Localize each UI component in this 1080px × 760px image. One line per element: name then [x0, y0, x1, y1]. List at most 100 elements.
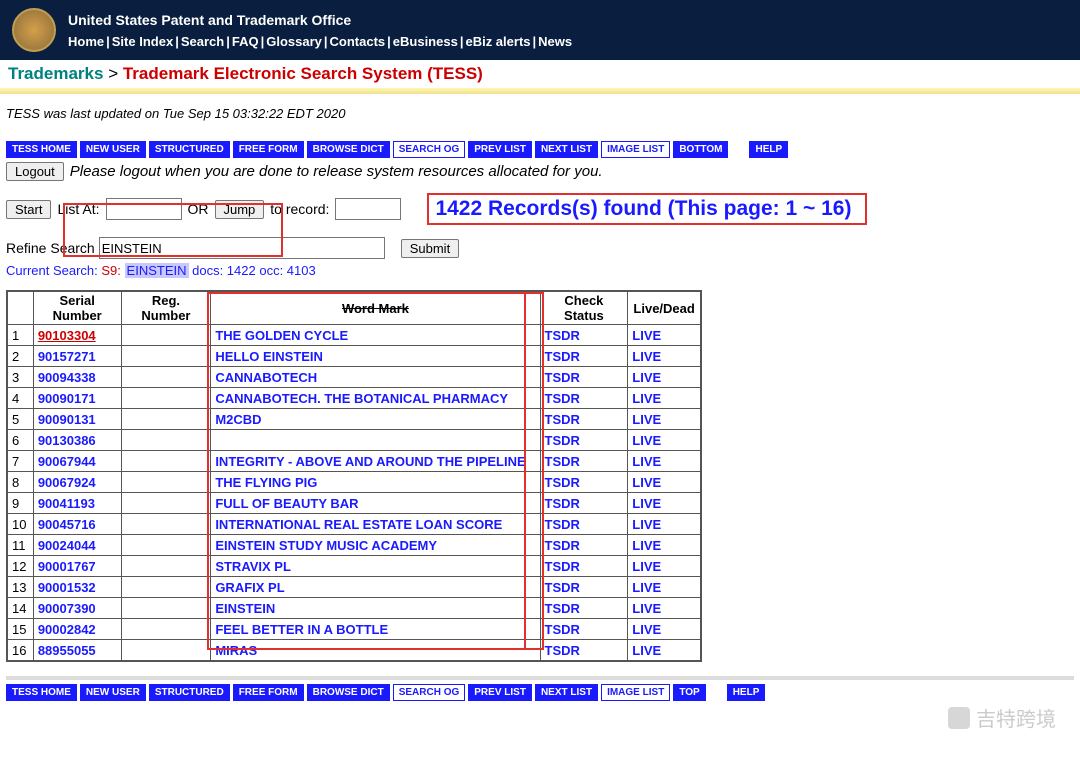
table-row: 190103304THE GOLDEN CYCLETSDRLIVE: [7, 325, 701, 346]
check-status-link[interactable]: TSDR: [540, 325, 628, 346]
nav-button[interactable]: New User: [80, 141, 146, 158]
nav-button[interactable]: Tess Home: [6, 141, 77, 158]
wordmark-link[interactable]: INTERNATIONAL REAL ESTATE LOAN SCORE: [211, 514, 540, 535]
check-status-link[interactable]: TSDR: [540, 577, 628, 598]
header-nav-link[interactable]: Glossary: [266, 34, 322, 49]
serial-link[interactable]: 90024044: [33, 535, 121, 556]
table-row: 1688955055MIRASTSDRLIVE: [7, 640, 701, 662]
nav-button[interactable]: Free Form: [233, 141, 304, 158]
nav-button[interactable]: IMAGE LIST: [601, 141, 670, 158]
serial-link[interactable]: 90007390: [33, 598, 121, 619]
wordmark-link[interactable]: THE FLYING PIG: [211, 472, 540, 493]
start-button[interactable]: Start: [6, 200, 51, 219]
nav-button[interactable]: Next List: [535, 141, 598, 158]
nav-button[interactable]: HELP: [749, 141, 788, 158]
serial-link[interactable]: 90001532: [33, 577, 121, 598]
header-nav-link[interactable]: FAQ: [232, 34, 259, 49]
serial-link[interactable]: 90001767: [33, 556, 121, 577]
wordmark-link[interactable]: MIRAS: [211, 640, 540, 662]
nav-button[interactable]: Free Form: [233, 684, 304, 701]
wordmark-link[interactable]: CANNABOTECH: [211, 367, 540, 388]
list-at-input[interactable]: [106, 198, 182, 220]
wordmark-link[interactable]: [211, 430, 540, 451]
nav-button[interactable]: New User: [80, 684, 146, 701]
row-index: 9: [7, 493, 33, 514]
table-row: 890067924THE FLYING PIGTSDRLIVE: [7, 472, 701, 493]
header-nav-link[interactable]: eBusiness: [393, 34, 458, 49]
serial-link[interactable]: 90090131: [33, 409, 121, 430]
header-nav-link[interactable]: Contacts: [330, 34, 386, 49]
check-status-link[interactable]: TSDR: [540, 514, 628, 535]
check-status-link[interactable]: TSDR: [540, 493, 628, 514]
header-nav-link[interactable]: Home: [68, 34, 104, 49]
wordmark-link[interactable]: FULL OF BEAUTY BAR: [211, 493, 540, 514]
to-record-input[interactable]: [335, 198, 401, 220]
header-nav-link[interactable]: eBiz alerts: [465, 34, 530, 49]
wordmark-link[interactable]: EINSTEIN: [211, 598, 540, 619]
table-header-row: Serial Number Reg. Number Word Mark Chec…: [7, 291, 701, 325]
serial-link[interactable]: 90157271: [33, 346, 121, 367]
check-status-link[interactable]: TSDR: [540, 388, 628, 409]
serial-link[interactable]: 90090171: [33, 388, 121, 409]
check-status-link[interactable]: TSDR: [540, 451, 628, 472]
nav-button[interactable]: Browse Dict: [307, 141, 390, 158]
row-index: 11: [7, 535, 33, 556]
results-table: Serial Number Reg. Number Word Mark Chec…: [6, 290, 702, 662]
nav-button[interactable]: Prev List: [468, 141, 532, 158]
refine-label: Refine Search: [6, 240, 95, 256]
refine-input[interactable]: [99, 237, 385, 259]
submit-button[interactable]: Submit: [401, 239, 459, 258]
col-livedead: Live/Dead: [628, 291, 701, 325]
nav-button[interactable]: HELP: [727, 684, 766, 701]
live-dead: LIVE: [628, 598, 701, 619]
nav-button[interactable]: Prev List: [468, 684, 532, 701]
serial-link[interactable]: 90067924: [33, 472, 121, 493]
serial-link[interactable]: 88955055: [33, 640, 121, 662]
nav-button[interactable]: Structured: [149, 684, 230, 701]
check-status-link[interactable]: TSDR: [540, 556, 628, 577]
wordmark-link[interactable]: INTEGRITY - ABOVE AND AROUND THE PIPELIN…: [211, 451, 540, 472]
nav-button[interactable]: Top: [673, 684, 705, 701]
wordmark-link[interactable]: CANNABOTECH. THE BOTANICAL PHARMACY: [211, 388, 540, 409]
nav-button[interactable]: SEARCH OG: [393, 684, 466, 701]
header-nav-link[interactable]: Search: [181, 34, 224, 49]
serial-link[interactable]: 90067944: [33, 451, 121, 472]
wordmark-link[interactable]: GRAFIX PL: [211, 577, 540, 598]
header-nav-link[interactable]: News: [538, 34, 572, 49]
breadcrumb-trademarks[interactable]: Trademarks: [8, 64, 103, 83]
serial-link[interactable]: 90045716: [33, 514, 121, 535]
jump-button[interactable]: Jump: [215, 200, 265, 219]
check-status-link[interactable]: TSDR: [540, 535, 628, 556]
check-status-link[interactable]: TSDR: [540, 430, 628, 451]
nav-button[interactable]: SEARCH OG: [393, 141, 466, 158]
serial-link[interactable]: 90130386: [33, 430, 121, 451]
nav-button[interactable]: IMAGE LIST: [601, 684, 670, 701]
nav-buttons-bottom: Tess HomeNew UserStructuredFree FormBrow…: [6, 684, 1074, 701]
serial-link[interactable]: 90041193: [33, 493, 121, 514]
check-status-link[interactable]: TSDR: [540, 346, 628, 367]
nav-button[interactable]: Structured: [149, 141, 230, 158]
check-status-link[interactable]: TSDR: [540, 619, 628, 640]
check-status-link[interactable]: TSDR: [540, 409, 628, 430]
nav-button[interactable]: Tess Home: [6, 684, 77, 701]
check-status-link[interactable]: TSDR: [540, 472, 628, 493]
nav-button[interactable]: Browse Dict: [307, 684, 390, 701]
serial-link[interactable]: 90103304: [33, 325, 121, 346]
serial-link[interactable]: 90094338: [33, 367, 121, 388]
header-nav-link[interactable]: Site Index: [112, 34, 173, 49]
check-status-link[interactable]: TSDR: [540, 598, 628, 619]
wordmark-link[interactable]: M2CBD: [211, 409, 540, 430]
wordmark-link[interactable]: FEEL BETTER IN A BOTTLE: [211, 619, 540, 640]
nav-button[interactable]: Next List: [535, 684, 598, 701]
wordmark-link[interactable]: STRAVIX PL: [211, 556, 540, 577]
live-dead: LIVE: [628, 493, 701, 514]
wordmark-link[interactable]: HELLO EINSTEIN: [211, 346, 540, 367]
check-status-link[interactable]: TSDR: [540, 640, 628, 662]
nav-button[interactable]: Bottom: [673, 141, 728, 158]
serial-link[interactable]: 90002842: [33, 619, 121, 640]
table-row: 990041193 FULL OF BEAUTY BARTSDRLIVE: [7, 493, 701, 514]
check-status-link[interactable]: TSDR: [540, 367, 628, 388]
logout-button[interactable]: Logout: [6, 162, 64, 181]
wordmark-link[interactable]: THE GOLDEN CYCLE: [211, 325, 540, 346]
wordmark-link[interactable]: EINSTEIN STUDY MUSIC ACADEMY: [211, 535, 540, 556]
